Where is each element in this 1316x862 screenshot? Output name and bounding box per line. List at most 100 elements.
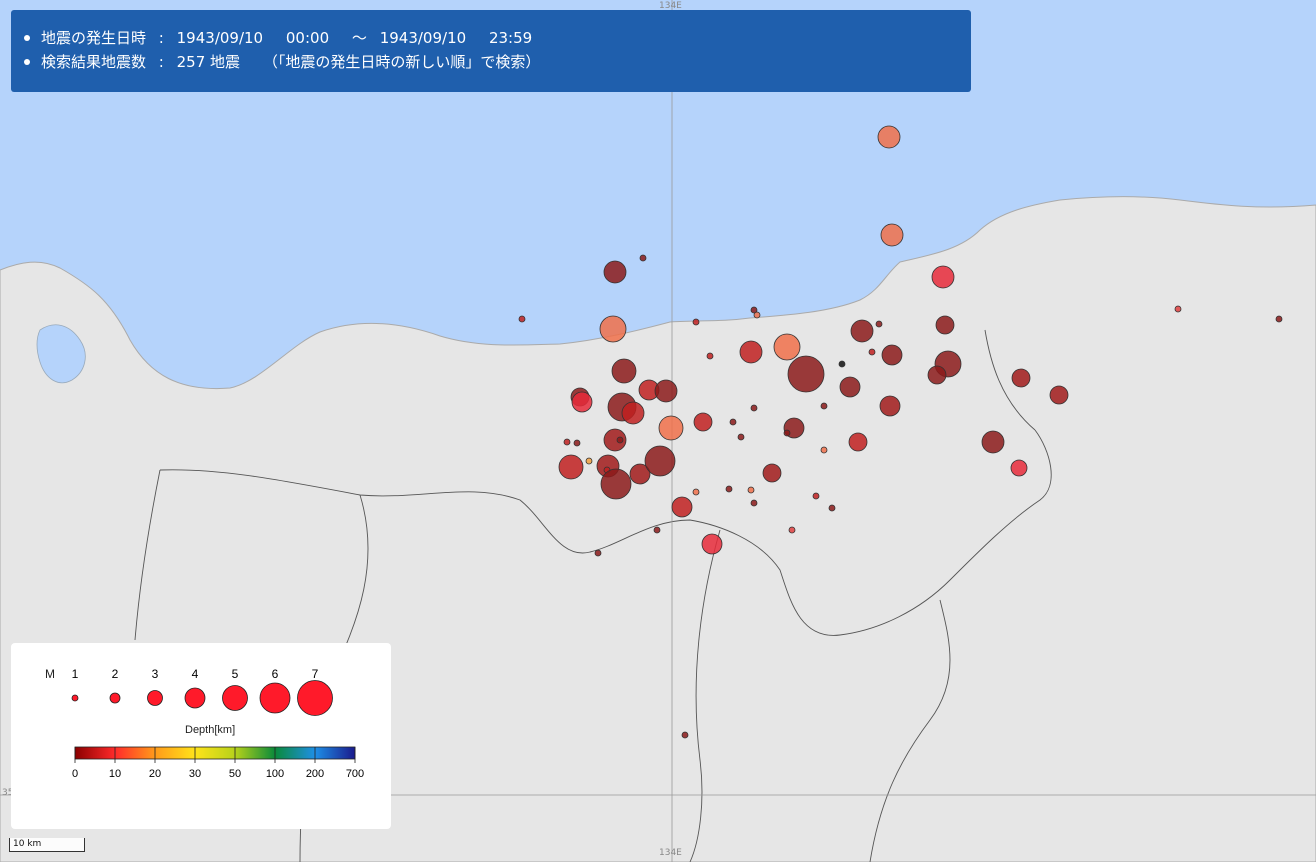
earthquake-marker-46[interactable] (585, 457, 593, 465)
earthquake-marker-50[interactable] (600, 468, 632, 500)
magnitude-tick-4: 4 (192, 667, 199, 681)
earthquake-marker-10[interactable] (706, 352, 714, 360)
earthquake-marker-68[interactable] (1049, 385, 1069, 405)
earthquake-marker-69[interactable] (1174, 305, 1182, 313)
earthquake-marker-30[interactable] (750, 404, 758, 412)
depth-tick-20: 20 (149, 768, 161, 780)
depth-tick-10: 10 (109, 768, 121, 780)
earthquake-marker-32[interactable] (693, 412, 713, 432)
magnitude-scale: 1 2 3 4 5 6 7 (71, 667, 333, 716)
earthquake-marker-58[interactable] (812, 492, 820, 500)
magnitude-tick-2: 2 (112, 667, 119, 681)
depth-tick-30: 30 (189, 768, 201, 780)
earthquake-marker-15[interactable] (850, 319, 874, 343)
earthquake-marker-16[interactable] (875, 320, 883, 328)
date-range-colon: : (158, 29, 164, 47)
legend-graphic: M 1 2 3 4 5 6 7 Depth[km] 0 10 20 30 50 100 200 700 (45, 667, 364, 780)
earthquake-marker-35[interactable] (611, 358, 637, 384)
earthquake-marker-55[interactable] (725, 485, 733, 493)
magnitude-circle-2 (109, 692, 121, 704)
earthquake-marker-57[interactable] (750, 499, 758, 507)
earthquake-marker-56[interactable] (747, 486, 755, 494)
earthquake-marker-6[interactable] (518, 315, 526, 323)
earthquake-marker-5[interactable] (599, 315, 627, 343)
depth-title: Depth[km] (185, 724, 235, 736)
earthquake-marker-14[interactable] (838, 360, 846, 368)
depth-tick-100: 100 (266, 768, 284, 780)
earthquake-marker-62[interactable] (653, 526, 661, 534)
earthquake-marker-11[interactable] (739, 340, 763, 364)
depth-tick-700: 700 (346, 768, 364, 780)
earthquake-marker-19[interactable] (935, 315, 955, 335)
end-date: 1943/09/10 (379, 29, 467, 47)
earthquake-marker-28[interactable] (820, 446, 828, 454)
magnitude-circle-3 (147, 690, 163, 706)
earthquake-marker-3[interactable] (603, 260, 627, 284)
depth-color-scale: 0 10 20 30 50 100 200 700 (72, 746, 364, 780)
earthquake-marker-54[interactable] (692, 488, 700, 496)
magnitude-tick-6: 6 (272, 667, 279, 681)
earthquake-marker-29[interactable] (762, 463, 782, 483)
earthquake-marker-34[interactable] (658, 415, 684, 441)
range-tilde: ～ (351, 29, 367, 47)
earthquake-marker-27[interactable] (783, 429, 791, 437)
scale-bar: 10 km (9, 838, 85, 852)
date-range-row: 地震の発生日時 : 1943/09/10 00:00 ～ 1943/09/10 … (24, 26, 955, 50)
magnitude-tick-1: 1 (72, 667, 79, 681)
earthquake-marker-17[interactable] (881, 344, 903, 366)
magnitude-circle-5 (222, 685, 248, 711)
earthquake-marker-53[interactable] (671, 496, 693, 518)
magnitude-circle-6 (259, 682, 291, 714)
earthquake-marker-22[interactable] (839, 376, 861, 398)
earthquake-marker-0[interactable] (877, 125, 901, 149)
earthquake-marker-2[interactable] (931, 265, 955, 289)
earthquake-marker-43[interactable] (616, 436, 624, 444)
earthquake-marker-31[interactable] (737, 433, 745, 441)
earthquake-marker-47[interactable] (558, 454, 584, 480)
earthquake-marker-13[interactable] (787, 355, 825, 393)
magnitude-circle-7 (297, 680, 333, 716)
depth-tick-50: 50 (229, 768, 241, 780)
sort-note: （「地震の発生日時の新しい順」で検索） (262, 53, 541, 71)
earthquake-marker-61[interactable] (701, 533, 723, 555)
earthquake-marker-63[interactable] (594, 549, 602, 557)
earthquake-marker-21[interactable] (927, 365, 947, 385)
earthquake-marker-9[interactable] (753, 311, 761, 319)
earthquake-marker-7[interactable] (692, 318, 700, 326)
earthquake-marker-39[interactable] (571, 391, 593, 413)
earthquake-marker-23[interactable] (879, 395, 901, 417)
earthquake-marker-65[interactable] (981, 430, 1005, 454)
depth-tick-0: 0 (72, 768, 78, 780)
earthquake-marker-60[interactable] (788, 526, 796, 534)
date-range-label: 地震の発生日時 (41, 29, 147, 47)
earthquake-marker-25[interactable] (820, 402, 828, 410)
magnitude-tick-3: 3 (152, 667, 159, 681)
earthquake-marker-45[interactable] (573, 439, 581, 447)
magnitude-circle-1 (71, 694, 79, 702)
earthquake-marker-52[interactable] (644, 445, 676, 477)
earthquake-marker-70[interactable] (1275, 315, 1283, 323)
earthquake-marker-66[interactable] (1010, 459, 1028, 477)
earthquake-marker-64[interactable] (681, 731, 689, 739)
earthquake-marker-37[interactable] (654, 379, 678, 403)
magnitude-tick-5: 5 (232, 667, 239, 681)
magnitude-circle-4 (184, 687, 206, 709)
start-date: 1943/09/10 (176, 29, 264, 47)
earthquake-marker-67[interactable] (1011, 368, 1031, 388)
earthquake-marker-44[interactable] (563, 438, 571, 446)
earthquake-marker-33[interactable] (729, 418, 737, 426)
search-summary-panel: 地震の発生日時 : 1943/09/10 00:00 ～ 1943/09/10 … (11, 10, 971, 92)
result-count-label: 検索結果地震数 (41, 53, 147, 71)
earthquake-marker-1[interactable] (880, 223, 904, 247)
magnitude-label: M (45, 667, 55, 681)
earthquake-marker-4[interactable] (639, 254, 647, 262)
result-count-colon: : (158, 53, 164, 71)
earthquake-marker-24[interactable] (848, 432, 868, 452)
earthquake-marker-59[interactable] (828, 504, 836, 512)
end-time: 23:59 (488, 29, 533, 47)
magnitude-tick-7: 7 (312, 667, 319, 681)
earthquake-marker-18[interactable] (868, 348, 876, 356)
earthquake-marker-41[interactable] (621, 401, 645, 425)
earthquake-marker-12[interactable] (773, 333, 801, 361)
result-count: 257 地震 (176, 53, 241, 71)
